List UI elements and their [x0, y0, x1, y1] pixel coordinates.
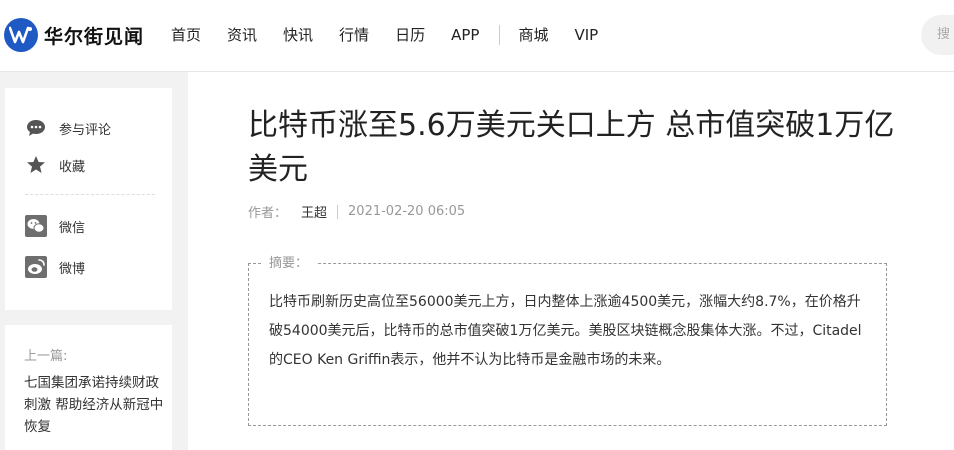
- site-header: 华尔街见闻 首页 资讯 快讯 行情 日历 APP 商城 VIP 搜: [0, 0, 954, 72]
- share-wechat-label: 微信: [59, 220, 86, 236]
- share-favorite[interactable]: 收藏: [25, 154, 85, 176]
- article-meta: 作者： 王超 2021-02-20 06:05: [248, 202, 465, 221]
- nav-shop[interactable]: 商城: [518, 24, 548, 46]
- logo-icon: [4, 18, 38, 52]
- nav-home[interactable]: 首页: [171, 24, 201, 46]
- nav-markets[interactable]: 行情: [339, 24, 369, 46]
- star-icon: [25, 154, 47, 176]
- summary-text: 比特币刷新历史高位至56000美元上方，日内整体上涨逾4500美元，涨幅大约8.…: [269, 294, 862, 368]
- summary-box: 摘要： 比特币刷新历史高位至56000美元上方，日内整体上涨逾4500美元，涨幅…: [248, 255, 887, 426]
- share-divider: [25, 194, 155, 195]
- search-input[interactable]: 搜: [921, 15, 954, 55]
- nav-divider: [499, 25, 501, 45]
- share-weibo[interactable]: 微博: [25, 256, 85, 278]
- author-name[interactable]: 王超: [301, 202, 327, 221]
- comment-icon: [25, 117, 47, 139]
- share-favorite-label: 收藏: [59, 159, 86, 175]
- author-label: 作者：: [248, 206, 288, 221]
- nav-news[interactable]: 资讯: [227, 24, 257, 46]
- nav-live[interactable]: 快讯: [283, 24, 313, 46]
- prev-article-link[interactable]: 七国集团承诺持续财政刺激 帮助经济从新冠中恢复: [24, 372, 164, 438]
- nav-calendar[interactable]: 日历: [395, 24, 425, 46]
- logo-text: 华尔街见闻: [44, 25, 145, 48]
- main-nav: 首页 资讯 快讯 行情 日历 APP 商城 VIP: [171, 24, 624, 46]
- publish-date: 2021-02-20 06:05: [348, 204, 466, 219]
- share-comment-label: 参与评论: [59, 122, 112, 138]
- nav-vip[interactable]: VIP: [574, 24, 598, 46]
- share-panel: 参与评论 收藏 微信 微博: [5, 88, 172, 310]
- summary-label: 摘要：: [261, 255, 317, 273]
- article: 比特币涨至5.6万美元关口上方 总市值突破1万亿美元 作者： 王超 2021-0…: [188, 72, 954, 450]
- article-title: 比特币涨至5.6万美元关口上方 总市值突破1万亿美元: [248, 108, 895, 187]
- nav-app[interactable]: APP: [451, 24, 479, 46]
- meta-divider: [337, 204, 339, 219]
- weibo-icon: [25, 256, 47, 278]
- share-wechat[interactable]: 微信: [25, 215, 85, 237]
- prev-article-label: 上一篇:: [24, 349, 68, 364]
- prev-article-panel: 上一篇: 七国集团承诺持续财政刺激 帮助经济从新冠中恢复: [5, 325, 172, 450]
- share-weibo-label: 微博: [59, 261, 86, 277]
- share-comment[interactable]: 参与评论: [25, 117, 111, 139]
- wechat-icon: [25, 215, 47, 237]
- site-logo[interactable]: 华尔街见闻: [4, 18, 144, 52]
